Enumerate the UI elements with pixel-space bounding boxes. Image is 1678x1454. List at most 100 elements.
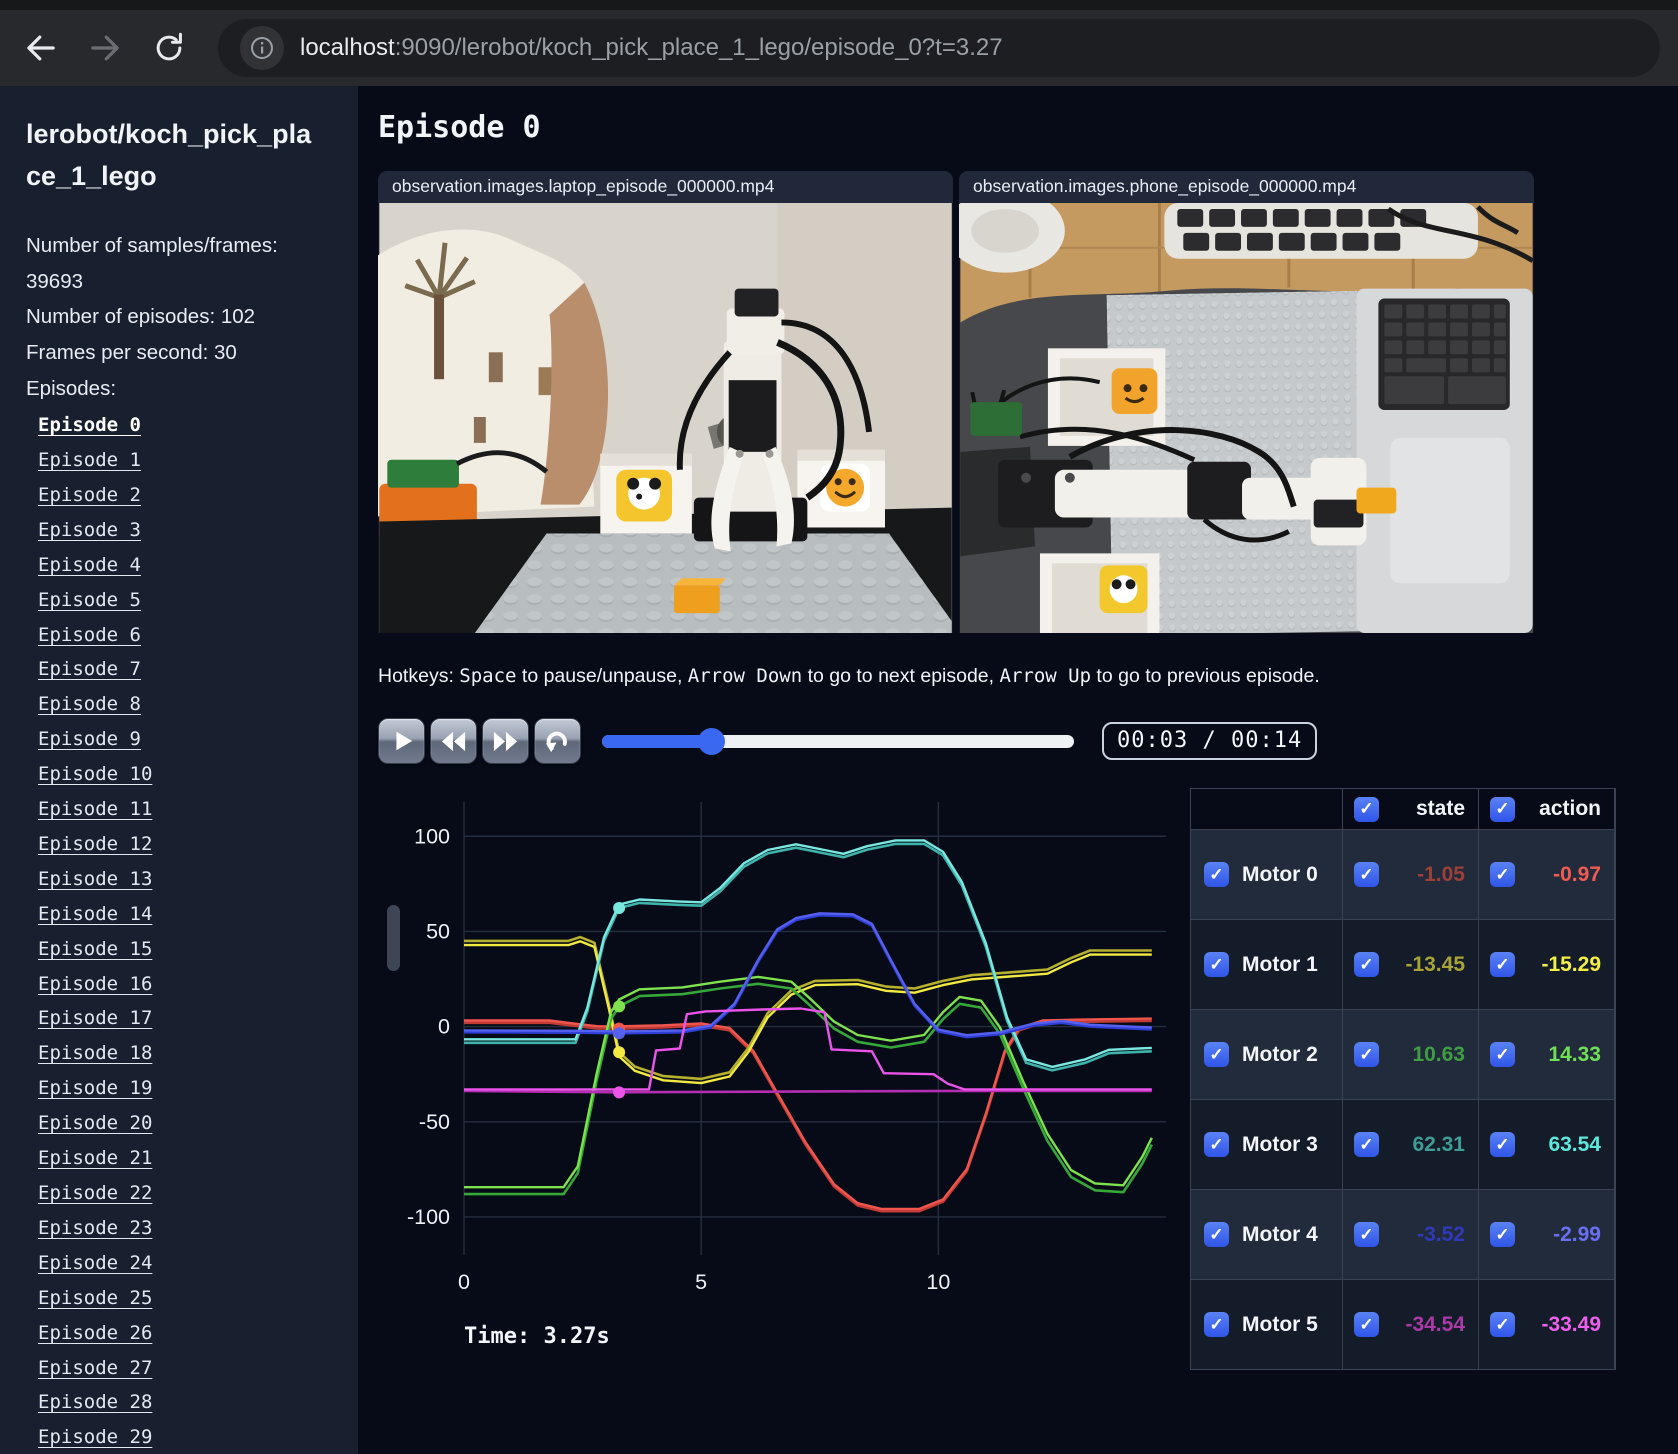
- motor-4-state-checkbox[interactable]: ✓: [1354, 1222, 1379, 1247]
- episode-link-4[interactable]: Episode 4: [38, 554, 141, 576]
- episode-list-item: Episode 17: [38, 1002, 358, 1037]
- episode-link-11[interactable]: Episode 11: [38, 798, 152, 820]
- action-column-label: action: [1539, 797, 1601, 820]
- episode-link-1[interactable]: Episode 1: [38, 449, 141, 471]
- episode-link-15[interactable]: Episode 15: [38, 938, 152, 960]
- episode-list-item: Episode 21: [38, 1142, 358, 1177]
- rewind-icon: [441, 731, 466, 751]
- rewind-button[interactable]: [430, 718, 477, 764]
- y-tick-label: 0: [438, 1015, 450, 1039]
- forward-button[interactable]: [82, 25, 128, 71]
- motor-2-checkbox[interactable]: ✓: [1204, 1042, 1229, 1067]
- episode-link-22[interactable]: Episode 22: [38, 1182, 152, 1204]
- episode-link-29[interactable]: Episode 29: [38, 1426, 152, 1448]
- seek-slider[interactable]: [602, 727, 1074, 755]
- episode-link-6[interactable]: Episode 6: [38, 624, 141, 646]
- motor-2-state-checkbox[interactable]: ✓: [1354, 1042, 1379, 1067]
- episode-link-25[interactable]: Episode 25: [38, 1287, 152, 1309]
- episode-list-item: Episode 22: [38, 1177, 358, 1212]
- episode-link-23[interactable]: Episode 23: [38, 1217, 152, 1239]
- episode-link-13[interactable]: Episode 13: [38, 868, 152, 890]
- episode-list-item: Episode 23: [38, 1212, 358, 1247]
- episode-link-18[interactable]: Episode 18: [38, 1042, 152, 1064]
- episode-link-16[interactable]: Episode 16: [38, 973, 152, 995]
- motor-5-state-checkbox[interactable]: ✓: [1354, 1312, 1379, 1337]
- video-card-laptop: observation.images.laptop_episode_000000…: [378, 171, 953, 633]
- play-button[interactable]: [378, 718, 425, 764]
- motor-3-checkbox[interactable]: ✓: [1204, 1132, 1229, 1157]
- action-column-checkbox[interactable]: ✓: [1490, 796, 1515, 822]
- episode-link-28[interactable]: Episode 28: [38, 1391, 152, 1413]
- player-controls: 00:03 / 00:14: [378, 718, 1678, 764]
- hotkey-arrow-up: Arrow Up: [999, 665, 1092, 687]
- episode-link-10[interactable]: Episode 10: [38, 763, 152, 785]
- episode-list-item: Episode 10: [38, 758, 358, 793]
- video-player-phone[interactable]: [959, 203, 1534, 633]
- episode-link-7[interactable]: Episode 7: [38, 658, 141, 680]
- seek-slider-thumb[interactable]: [697, 727, 725, 755]
- back-button[interactable]: [18, 25, 64, 71]
- episode-link-20[interactable]: Episode 20: [38, 1112, 152, 1134]
- motor-3-action-checkbox[interactable]: ✓: [1490, 1132, 1515, 1157]
- seek-slider-fill: [602, 734, 711, 748]
- episode-link-8[interactable]: Episode 8: [38, 693, 141, 715]
- motor-0-state-checkbox[interactable]: ✓: [1354, 862, 1379, 887]
- motor-0-state-value: -1.05: [1417, 862, 1465, 886]
- y-tick-label: 100: [414, 824, 450, 848]
- episode-link-26[interactable]: Episode 26: [38, 1322, 152, 1344]
- episode-link-0[interactable]: Episode 0: [38, 414, 141, 436]
- motor-2-action-checkbox[interactable]: ✓: [1490, 1042, 1515, 1067]
- x-tick-label: 5: [695, 1270, 707, 1294]
- video-player-laptop[interactable]: [378, 203, 953, 633]
- reload-button[interactable]: [146, 25, 192, 71]
- episode-link-3[interactable]: Episode 3: [38, 519, 141, 541]
- episode-list-item: Episode 18: [38, 1037, 358, 1072]
- motor-4-state-value: -3.52: [1417, 1222, 1465, 1246]
- motor-name: Motor 3: [1242, 1132, 1318, 1156]
- episode-list-item: Episode 26: [38, 1317, 358, 1352]
- dataset-title: lerobot/koch_pick_place_1_lego: [26, 119, 312, 191]
- motor-0-action-checkbox[interactable]: ✓: [1490, 862, 1515, 887]
- motor-traces-chart[interactable]: 100 50 0 -50 -100 0 5 10: [378, 788, 1178, 1313]
- fast-forward-button[interactable]: [482, 718, 529, 764]
- motor-4-action-checkbox[interactable]: ✓: [1490, 1222, 1515, 1247]
- site-info-button[interactable]: [240, 26, 284, 70]
- episode-link-24[interactable]: Episode 24: [38, 1252, 152, 1274]
- motor-0-checkbox[interactable]: ✓: [1204, 862, 1229, 887]
- chart-line-action-motor-1: [464, 940, 1152, 1085]
- episode-link-2[interactable]: Episode 2: [38, 484, 141, 506]
- episode-link-21[interactable]: Episode 21: [38, 1147, 152, 1169]
- episode-list-item: Episode 25: [38, 1282, 358, 1317]
- back-arrow-icon: [27, 35, 55, 61]
- episode-link-17[interactable]: Episode 17: [38, 1007, 152, 1029]
- loop-button[interactable]: [534, 718, 581, 764]
- url-bar[interactable]: localhost:9090/lerobot/koch_pick_place_1…: [218, 19, 1660, 77]
- episode-link-5[interactable]: Episode 5: [38, 589, 141, 611]
- video-card-phone: observation.images.phone_episode_000000.…: [959, 171, 1534, 633]
- sidebar-scrollbar-thumb[interactable]: [387, 905, 400, 971]
- laptop: [1356, 288, 1533, 633]
- episode-list-item: Episode 3: [38, 514, 358, 549]
- episode-link-14[interactable]: Episode 14: [38, 903, 152, 925]
- motor-1-action-checkbox[interactable]: ✓: [1490, 952, 1515, 977]
- motor-1-state-checkbox[interactable]: ✓: [1354, 952, 1379, 977]
- episode-link-9[interactable]: Episode 9: [38, 728, 141, 750]
- motor-3-action-value: 63.54: [1548, 1132, 1601, 1156]
- motor-row-4: ✓ Motor 4 ✓ -3.52 ✓ -2.99: [1191, 1190, 1615, 1280]
- dataset-stats: Number of samples/frames: 39693 Number o…: [26, 228, 331, 407]
- motor-5-checkbox[interactable]: ✓: [1204, 1312, 1229, 1337]
- episode-link-12[interactable]: Episode 12: [38, 833, 152, 855]
- episode-link-19[interactable]: Episode 19: [38, 1077, 152, 1099]
- motor-row-0: ✓ Motor 0 ✓ -1.05 ✓ -0.97: [1191, 830, 1615, 920]
- episode-link-27[interactable]: Episode 27: [38, 1357, 152, 1379]
- header-state-cell: ✓ state: [1343, 789, 1479, 830]
- motor-5-action-checkbox[interactable]: ✓: [1490, 1312, 1515, 1337]
- episode-list-item: Episode 24: [38, 1247, 358, 1282]
- motor-4-checkbox[interactable]: ✓: [1204, 1222, 1229, 1247]
- state-column-checkbox[interactable]: ✓: [1354, 796, 1379, 822]
- episode-list-item: Episode 12: [38, 828, 358, 863]
- time-cursor-marker-motor-2: [613, 1000, 626, 1013]
- episode-list-item: Episode 11: [38, 793, 358, 828]
- motor-3-state-checkbox[interactable]: ✓: [1354, 1132, 1379, 1157]
- motor-1-checkbox[interactable]: ✓: [1204, 952, 1229, 977]
